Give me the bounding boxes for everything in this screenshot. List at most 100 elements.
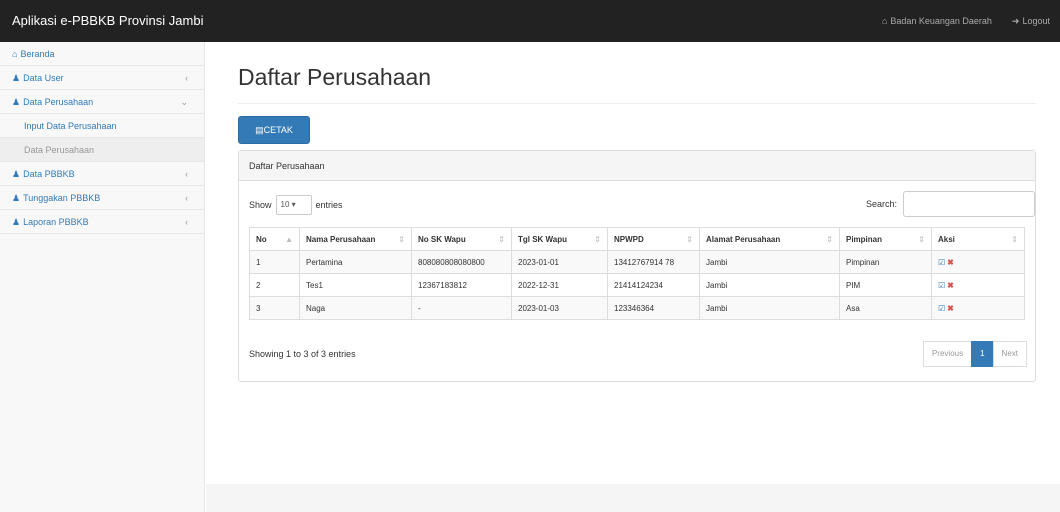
entries-value: 10 (280, 200, 290, 209)
sidebar-item-beranda[interactable]: ⌂ Beranda (0, 42, 204, 66)
sort-icon: ⇕ (918, 234, 925, 244)
sidebar-item-data-pbbkb[interactable]: ♟ Data PBBKB ‹ (0, 162, 204, 186)
table-info: Showing 1 to 3 of 3 entries (249, 349, 356, 359)
col-pimpinan[interactable]: Pimpinan ⇕ (839, 227, 932, 251)
pagination: Previous 1 Next (922, 341, 1027, 367)
users-icon: ♟ (12, 193, 21, 203)
cell-npwpd: 13412767914 78 (607, 250, 700, 274)
sort-icon: ⇕ (594, 234, 601, 244)
logout-icon: ➜ (1011, 16, 1020, 26)
sort-icon: ⇕ (686, 234, 693, 244)
delete-icon[interactable]: ✖ (947, 304, 954, 313)
col-nama[interactable]: Nama Perusahaan ⇕ (299, 227, 412, 251)
cell-nama: Naga (299, 296, 412, 320)
cell-sk-wapu: - (411, 296, 512, 320)
table-row: 3 Naga - 2023-01-03 123346364 Jambi Asa … (249, 296, 1025, 320)
col-tgl-sk[interactable]: Tgl SK Wapu ⇕ (511, 227, 608, 251)
users-icon: ♟ (12, 169, 21, 179)
sidebar-item-label: Data Perusahaan (23, 97, 94, 107)
show-label: Show (249, 200, 272, 210)
print-icon: ▤ (255, 125, 264, 135)
user-menu[interactable]: ⌂ Badan Keuangan Daerah (882, 16, 992, 27)
delete-icon[interactable]: ✖ (947, 258, 954, 267)
pagination-page-1[interactable]: 1 (971, 341, 994, 367)
main-content: Daftar Perusahaan ▤CETAK Daftar Perusaha… (206, 42, 1060, 512)
search-label: Search: (865, 199, 897, 209)
company-panel: Daftar Perusahaan Show 10 ▾ entries Sear… (238, 150, 1036, 382)
col-no[interactable]: No ▲ (249, 227, 300, 251)
search-input[interactable] (903, 191, 1035, 217)
cell-pimpinan: Pimpinan (839, 250, 932, 274)
chevron-left-icon: ‹ (185, 73, 188, 83)
page-title: Daftar Perusahaan (238, 64, 432, 90)
pagination-next[interactable]: Next (992, 341, 1027, 367)
edit-icon[interactable]: ☑ (938, 304, 945, 313)
table-row: 1 Pertamina 808080808080800 2023-01-01 1… (249, 250, 1025, 274)
sort-icon: ⇕ (398, 234, 405, 244)
edit-icon[interactable]: ☑ (938, 258, 945, 267)
entries-select[interactable]: 10 ▾ (275, 195, 312, 215)
sort-icon: ⇕ (826, 234, 833, 244)
sidebar-item-label: Tunggakan PBBKB (23, 193, 101, 203)
cell-npwpd: 123346364 (607, 296, 700, 320)
delete-icon[interactable]: ✖ (947, 281, 954, 290)
table-header-row: No ▲ Nama Perusahaan ⇕ No SK Wapu ⇕ Tgl SK … (249, 227, 1025, 251)
sidebar-item-label: Laporan PBBKB (23, 217, 89, 227)
cell-sk-wapu: 808080808080800 (411, 250, 512, 274)
sidebar-item-data-perusahaan[interactable]: ♟ Data Perusahaan ⌄ (0, 90, 204, 114)
chevron-down-icon: ▾ (291, 200, 296, 209)
chevron-left-icon: ‹ (185, 169, 188, 179)
col-sk-wapu[interactable]: No SK Wapu ⇕ (411, 227, 512, 251)
sidebar-subitem-data-perusahaan[interactable]: Data Perusahaan (0, 138, 204, 162)
entries-label: entries (315, 200, 343, 210)
user-label: Badan Keuangan Daerah (890, 16, 992, 26)
sort-asc-icon: ▲ (285, 234, 293, 244)
panel-title: Daftar Perusahaan (239, 151, 1035, 181)
col-alamat[interactable]: Alamat Perusahaan ⇕ (699, 227, 840, 251)
sidebar-item-data-user[interactable]: ♟ Data User ‹ (0, 66, 204, 90)
entries-control: Show 10 ▾ entries (249, 195, 343, 215)
sidebar-item-label: Data PBBKB (23, 169, 75, 179)
cell-no: 2 (249, 273, 300, 297)
cell-aksi: ☑ ✖ (931, 250, 1025, 274)
sort-icon: ⇕ (1011, 234, 1018, 244)
cell-alamat: Jambi (699, 273, 840, 297)
table-row: 2 Tes1 12367183812 2022-12-31 2141412423… (249, 273, 1025, 297)
pagination-previous[interactable]: Previous (922, 341, 973, 367)
navbar-right: ⌂ Badan Keuangan Daerah ➜ Logout (882, 16, 1050, 27)
sidebar: ⌂ Beranda ♟ Data User ‹ ♟ Data Perusahaan ⌄ I… (0, 42, 205, 512)
users-icon: ♟ (12, 217, 21, 227)
top-navbar: Aplikasi e-PBBKB Provinsi Jambi ⌂ Badan K… (0, 0, 1060, 42)
title-divider (238, 103, 1036, 104)
cell-pimpinan: Asa (839, 296, 932, 320)
company-table: No ▲ Nama Perusahaan ⇕ No SK Wapu ⇕ Tgl SK … (249, 227, 1025, 320)
cell-alamat: Jambi (699, 250, 840, 274)
sidebar-item-laporan[interactable]: ♟ Laporan PBBKB ‹ (0, 210, 204, 234)
users-icon: ♟ (12, 97, 21, 107)
cell-aksi: ☑ ✖ (931, 296, 1025, 320)
sidebar-item-label: Data User (23, 73, 64, 83)
logout-label: Logout (1022, 16, 1050, 26)
cell-tgl-sk: 2022-12-31 (511, 273, 608, 297)
sidebar-subitem-input-perusahaan[interactable]: Input Data Perusahaan (0, 114, 204, 138)
edit-icon[interactable]: ☑ (938, 281, 945, 290)
col-npwpd[interactable]: NPWPD ⇕ (607, 227, 700, 251)
logout-link[interactable]: ➜ Logout (1012, 16, 1050, 27)
cell-npwpd: 21414124234 (607, 273, 700, 297)
cell-no: 3 (249, 296, 300, 320)
cell-nama: Pertamina (299, 250, 412, 274)
users-icon: ♟ (12, 73, 21, 83)
app-brand[interactable]: Aplikasi e-PBBKB Provinsi Jambi (12, 13, 203, 28)
cell-nama: Tes1 (299, 273, 412, 297)
col-aksi[interactable]: Aksi ⇕ (931, 227, 1025, 251)
cell-tgl-sk: 2023-01-03 (511, 296, 608, 320)
cell-no: 1 (249, 250, 300, 274)
search-control: Search: (866, 191, 1035, 217)
print-label: CETAK (263, 125, 293, 135)
footer-area (206, 484, 1060, 512)
cell-tgl-sk: 2023-01-01 (511, 250, 608, 274)
print-button[interactable]: ▤CETAK (238, 116, 310, 144)
chevron-left-icon: ‹ (185, 217, 188, 227)
cell-alamat: Jambi (699, 296, 840, 320)
sidebar-item-tunggakan[interactable]: ♟ Tunggakan PBBKB ‹ (0, 186, 204, 210)
